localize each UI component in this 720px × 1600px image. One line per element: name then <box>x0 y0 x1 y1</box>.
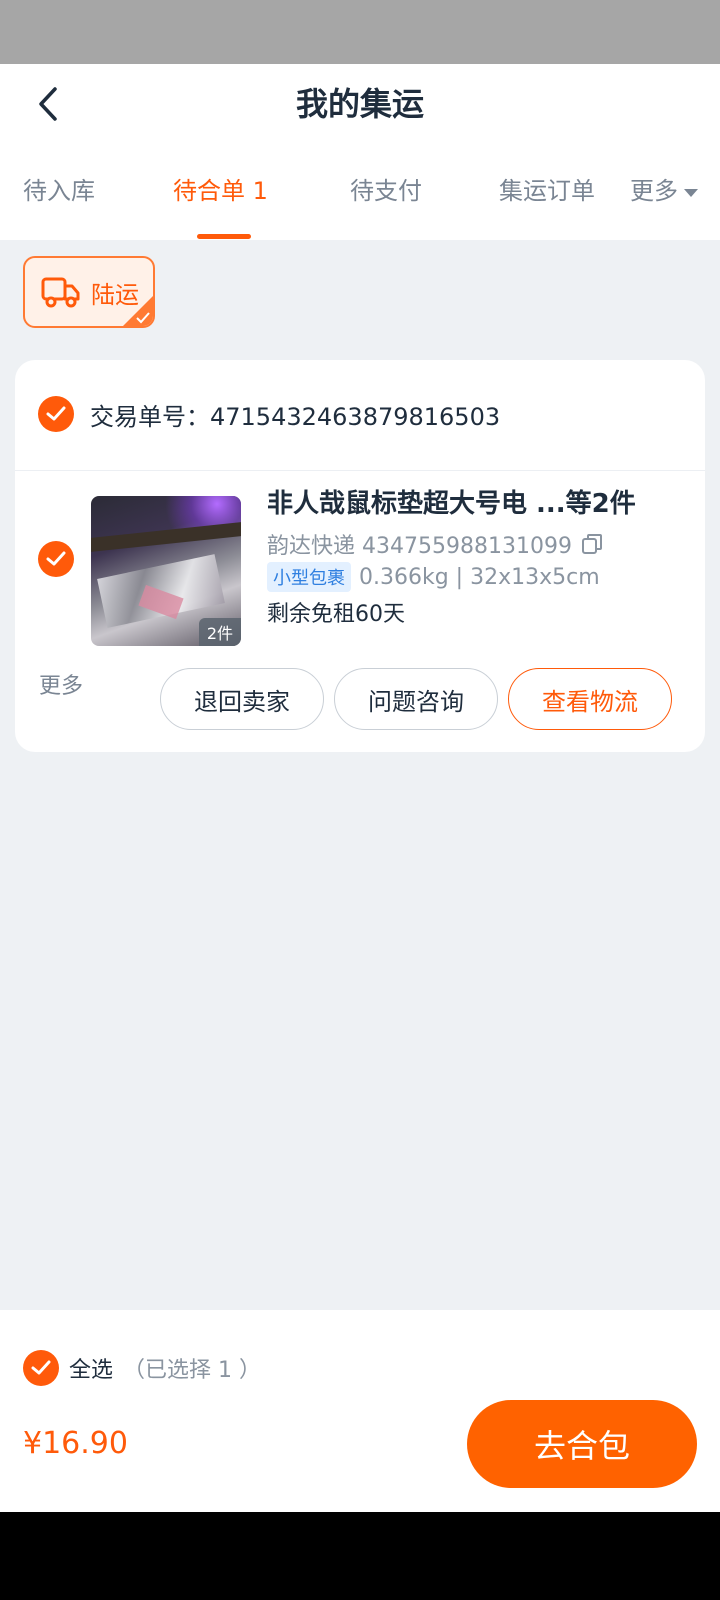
tab-consolidation-orders[interactable]: 集运订单 <box>499 174 595 208</box>
tab-more[interactable]: 更多 <box>630 174 698 208</box>
tab-pending-warehouse[interactable]: 待入库 <box>23 174 95 208</box>
divider <box>15 470 705 471</box>
tab-pending-payment[interactable]: 待支付 <box>350 174 422 208</box>
header-bar: 我的集运 <box>0 64 720 144</box>
order-checkbox[interactable] <box>38 396 74 432</box>
item-checkbox[interactable] <box>38 541 74 577</box>
copy-icon[interactable] <box>580 532 604 556</box>
shipping-mode-land[interactable]: 陆运 <box>23 256 155 328</box>
order-header: 交易单号：4715432463879816503 <box>38 396 500 432</box>
size-tag: 小型包裹 <box>267 562 351 592</box>
courier-row: 韵达快递 434755988131099 <box>267 528 604 560</box>
return-to-seller-button[interactable]: 退回卖家 <box>160 668 324 730</box>
tab-pending-merge[interactable]: 待合单 1 <box>173 174 268 208</box>
check-icon <box>46 551 66 566</box>
check-icon <box>136 312 150 324</box>
item-title[interactable]: 非人哉鼠标垫超大号电 ...等2件 <box>267 486 636 522</box>
weight-dimensions: 0.366kg | 32x13x5cm <box>359 564 600 590</box>
inquiry-button[interactable]: 问题咨询 <box>334 668 498 730</box>
select-all[interactable]: 全选 （已选择 1 ） <box>23 1350 261 1386</box>
select-all-label: 全选 <box>69 1358 114 1383</box>
more-actions-link[interactable]: 更多 <box>39 668 83 700</box>
caret-down-icon <box>684 189 698 197</box>
merge-package-button[interactable]: 去合包 <box>467 1400 697 1488</box>
total-price: ¥16.90 <box>23 1426 128 1461</box>
tab-bar: 待入库 待合单 1 待支付 集运订单 更多 <box>0 144 720 240</box>
product-thumbnail[interactable]: 2件 <box>91 496 241 646</box>
tab-more-label: 更多 <box>630 177 678 205</box>
bottom-bar: 全选 （已选择 1 ） ¥16.90 去合包 <box>0 1310 720 1512</box>
check-icon <box>46 406 66 421</box>
status-bar <box>0 0 720 64</box>
truck-icon <box>41 277 80 308</box>
view-logistics-button[interactable]: 查看物流 <box>508 668 672 730</box>
order-number: 交易单号：4715432463879816503 <box>90 402 501 431</box>
system-nav-bar <box>0 1512 720 1600</box>
selected-count: （已选择 1 ） <box>123 1358 261 1383</box>
item-count-badge: 2件 <box>198 618 241 646</box>
package-meta: 小型包裹 0.366kg | 32x13x5cm <box>267 562 600 592</box>
check-icon <box>31 1360 51 1375</box>
select-all-checkbox[interactable] <box>23 1350 59 1386</box>
order-card: 交易单号：4715432463879816503 2件 非人哉鼠标垫超大号电 .… <box>15 360 705 752</box>
courier-tracking: 韵达快递 434755988131099 <box>267 534 572 559</box>
page-title: 我的集运 <box>295 85 424 123</box>
active-tab-indicator <box>197 234 251 239</box>
free-storage-days: 剩余免租60天 <box>267 602 405 627</box>
